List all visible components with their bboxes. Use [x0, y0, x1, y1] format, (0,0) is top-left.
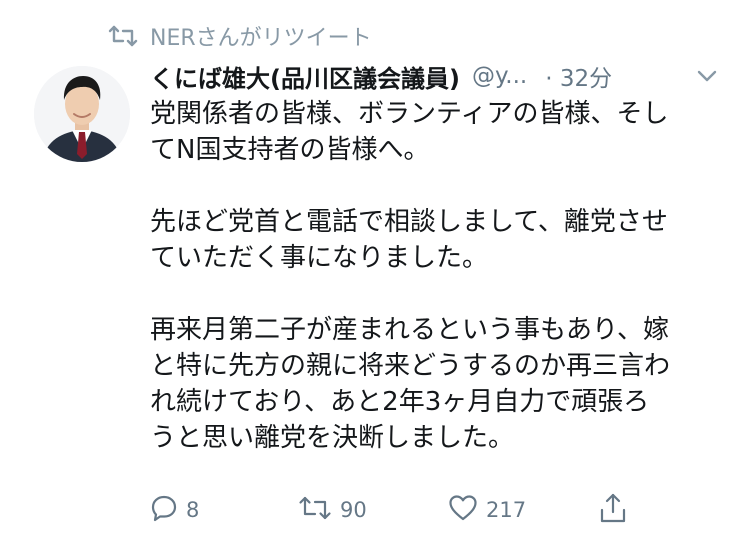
tweet-line: 再来月第二子が産まれるという事もあり、嫁: [150, 315, 669, 345]
share-button[interactable]: [598, 490, 628, 530]
heart-icon: [448, 494, 478, 527]
like-button[interactable]: 217: [448, 490, 526, 530]
avatar[interactable]: [34, 66, 130, 162]
retweet-count: 90: [340, 498, 367, 522]
profile-photo: [34, 66, 130, 162]
retweet-icon: [108, 24, 138, 48]
tweet-header: くにば雄大(品川区議会議員) @y... · 32分: [150, 56, 730, 96]
like-count: 217: [486, 498, 527, 522]
retweet-icon: [298, 494, 332, 527]
display-name[interactable]: くにば雄大(品川区議会議員): [150, 59, 460, 94]
retweet-context-text: NERさんがリツイート: [150, 26, 372, 51]
tweet-line: 先ほど党首と電話で相談しまして、離党させ: [150, 207, 668, 237]
tweet-line: ていただく事になりました。: [150, 243, 489, 273]
user-handle[interactable]: @y...: [472, 63, 527, 89]
reply-button[interactable]: 8: [150, 490, 199, 530]
share-icon: [598, 492, 628, 529]
tweet-line: うと思い離党を決断しました。: [150, 423, 515, 453]
timestamp[interactable]: · 32分: [545, 59, 612, 93]
tweet-actions: 8 90 217: [150, 490, 650, 530]
tweet-line: てN国支持者の皆様へ。: [150, 135, 430, 165]
reply-icon: [150, 494, 178, 527]
retweet-button[interactable]: 90: [298, 490, 367, 530]
tweet-text: 党関係者の皆様、ボランティアの皆様、そし てN国支持者の皆様へ。 先ほど党首と電…: [150, 96, 725, 456]
retweet-context[interactable]: NERさんがリツイート: [108, 18, 372, 54]
reply-count: 8: [186, 498, 200, 522]
tweet-line: 党関係者の皆様、ボランティアの皆様、そし: [150, 99, 669, 129]
chevron-down-icon[interactable]: [696, 69, 718, 83]
tweet-line: と特に先方の親に将来どうするのか再三言わ: [150, 351, 671, 381]
tweet-line: れ続けており、あと2年3ヶ月自力で頑張ろ: [150, 387, 650, 417]
